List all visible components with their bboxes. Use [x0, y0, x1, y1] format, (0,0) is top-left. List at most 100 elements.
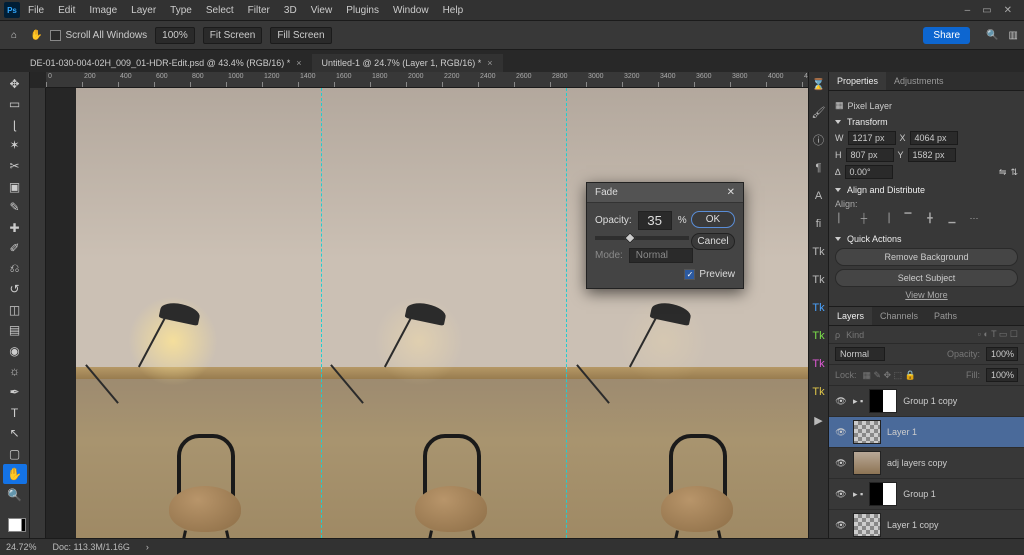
x-field[interactable]: 4064 px — [910, 131, 958, 145]
eyedropper-tool[interactable]: ✎ — [3, 197, 27, 217]
selection-tool[interactable]: ✶ — [3, 136, 27, 156]
channels-tab[interactable]: Channels — [872, 307, 926, 325]
move-tool[interactable]: ✥ — [3, 74, 27, 94]
layer-name[interactable]: adj layers copy — [887, 458, 947, 468]
shape-tool[interactable]: ▢ — [3, 444, 27, 464]
tab-close-icon[interactable]: × — [487, 58, 492, 68]
opacity-input[interactable] — [638, 211, 672, 230]
visibility-icon[interactable]: 👁 — [835, 520, 847, 531]
brush-panel-icon[interactable]: 🖌 — [811, 104, 827, 120]
crop-tool[interactable]: ✂ — [3, 156, 27, 176]
healing-tool[interactable]: ✚ — [3, 218, 27, 238]
tk3-icon[interactable]: Tk — [811, 300, 827, 316]
select-subject-button[interactable]: Select Subject — [835, 269, 1018, 287]
blend-mode-select[interactable]: Normal — [835, 347, 885, 361]
menu-select[interactable]: Select — [200, 3, 240, 18]
blur-tool[interactable]: ◉ — [3, 341, 27, 361]
marquee-tool[interactable]: ▭ — [3, 95, 27, 115]
gradient-tool[interactable]: ▤ — [3, 321, 27, 341]
minimize-button[interactable]: – — [965, 5, 971, 16]
layer-row[interactable]: 👁 adj layers copy — [829, 448, 1024, 479]
visibility-icon[interactable]: 👁 — [835, 458, 847, 469]
workspace-icon[interactable]: ▥ — [1009, 30, 1018, 41]
opacity-slider[interactable] — [595, 236, 689, 240]
visibility-icon[interactable]: 👁 — [835, 427, 847, 438]
menu-window[interactable]: Window — [387, 3, 435, 18]
layer-row[interactable]: 👁 Layer 1 — [829, 417, 1024, 448]
history-brush-tool[interactable]: ↺ — [3, 279, 27, 299]
remove-background-button[interactable]: Remove Background — [835, 248, 1018, 266]
fill-screen-button[interactable]: Fill Screen — [270, 27, 331, 44]
tk-icon[interactable]: Tk — [811, 244, 827, 260]
layer-row[interactable]: 👁▸ ▪Group 1 — [829, 479, 1024, 510]
menu-file[interactable]: File — [22, 3, 50, 18]
layers-tab[interactable]: Layers — [829, 307, 872, 325]
visibility-icon[interactable]: 👁 — [835, 489, 847, 500]
history-icon[interactable]: ⌛ — [811, 76, 827, 92]
angle-field[interactable]: 0.00° — [845, 165, 893, 179]
cancel-button[interactable]: Cancel — [691, 233, 735, 250]
layer-name[interactable]: Group 1 — [903, 489, 936, 499]
tab-close-icon[interactable]: × — [296, 58, 301, 68]
maximize-button[interactable]: ▭ — [982, 5, 991, 16]
width-field[interactable]: 1217 px — [848, 131, 896, 145]
layer-name[interactable]: Layer 1 — [887, 427, 917, 437]
menu-view[interactable]: View — [305, 3, 339, 18]
adjustments-tab[interactable]: Adjustments — [886, 72, 952, 90]
menu-plugins[interactable]: Plugins — [340, 3, 385, 18]
path-tool[interactable]: ↖ — [3, 423, 27, 443]
brush-tool[interactable]: ✐ — [3, 238, 27, 258]
home-icon[interactable]: ⌂ — [6, 27, 22, 43]
hand-tool[interactable]: ✋ — [3, 464, 27, 484]
eraser-tool[interactable]: ◫ — [3, 300, 27, 320]
flip-v-icon[interactable]: ⇅ — [1010, 167, 1018, 178]
fit-screen-button[interactable]: Fit Screen — [203, 27, 263, 44]
document-canvas[interactable] — [76, 88, 808, 538]
ok-button[interactable]: OK — [691, 211, 735, 228]
dodge-tool[interactable]: ☼ — [3, 362, 27, 382]
close-button[interactable]: ✕ — [1004, 5, 1012, 16]
zoom-100-button[interactable]: 100% — [155, 27, 195, 44]
menu-layer[interactable]: Layer — [125, 3, 162, 18]
menu-edit[interactable]: Edit — [52, 3, 81, 18]
tk2-icon[interactable]: Tk — [811, 272, 827, 288]
layer-row[interactable]: 👁 Layer 1 copy — [829, 510, 1024, 538]
properties-tab[interactable]: Properties — [829, 72, 886, 90]
glyphs-icon[interactable]: fi — [811, 216, 827, 232]
mode-select[interactable]: Normal — [629, 248, 693, 263]
paragraph-icon[interactable]: A — [811, 188, 827, 204]
stamp-tool[interactable]: ⎌ — [3, 259, 27, 279]
tk6-icon[interactable]: Tk — [811, 384, 827, 400]
pen-tool[interactable]: ✒ — [3, 382, 27, 402]
preview-checkbox[interactable]: ✓ — [684, 269, 695, 280]
tk5-icon[interactable]: Tk — [811, 356, 827, 372]
view-more-link[interactable]: View More — [835, 290, 1018, 300]
flip-h-icon[interactable]: ⇋ — [999, 167, 1007, 178]
layer-fill-field[interactable]: 100% — [986, 368, 1018, 382]
char-icon[interactable]: ¶ — [811, 160, 827, 176]
share-button[interactable]: Share — [923, 27, 970, 44]
menu-filter[interactable]: Filter — [242, 3, 276, 18]
document-tab-0[interactable]: DE-01-030-004-02H_009_01-HDR-Edit.psd @ … — [20, 54, 312, 72]
dialog-close-icon[interactable]: ✕ — [727, 187, 735, 198]
tk4-icon[interactable]: Tk — [811, 328, 827, 344]
document-tab-1[interactable]: Untitled-1 @ 24.7% (Layer 1, RGB/16) *× — [312, 54, 503, 72]
y-field[interactable]: 1582 px — [908, 148, 956, 162]
menu-image[interactable]: Image — [83, 3, 123, 18]
zoom-tool[interactable]: 🔍 — [3, 485, 27, 505]
type-tool[interactable]: T — [3, 403, 27, 423]
zoom-level[interactable]: 24.72% — [6, 542, 37, 552]
layer-opacity-field[interactable]: 100% — [986, 347, 1018, 361]
scroll-all-checkbox[interactable]: Scroll All Windows — [50, 30, 147, 41]
layer-name[interactable]: Layer 1 copy — [887, 520, 939, 530]
foreground-background-swatch[interactable] — [3, 511, 27, 538]
layer-row[interactable]: 👁▸ ▪Group 1 copy — [829, 386, 1024, 417]
frame-tool[interactable]: ▣ — [3, 177, 27, 197]
height-field[interactable]: 807 px — [846, 148, 894, 162]
menu-3d[interactable]: 3D — [278, 3, 303, 18]
lasso-tool[interactable]: ɭ — [3, 115, 27, 135]
info-icon[interactable]: ⓘ — [811, 132, 827, 148]
search-icon[interactable]: 🔍 — [986, 30, 998, 41]
play-icon[interactable]: ▶ — [811, 412, 827, 428]
menu-help[interactable]: Help — [437, 3, 470, 18]
